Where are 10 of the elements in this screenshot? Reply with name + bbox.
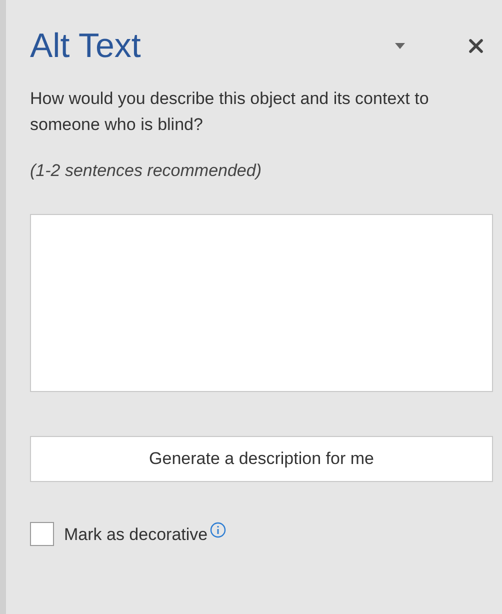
decorative-checkbox[interactable] xyxy=(30,522,54,546)
dropdown-button[interactable] xyxy=(395,43,405,49)
prompt-text: How would you describe this object and its context to someone who is blind? xyxy=(30,88,430,136)
decorative-label: Mark as decorative xyxy=(64,524,208,546)
info-icon xyxy=(210,522,226,538)
description-field[interactable] xyxy=(30,214,493,392)
caret-icon xyxy=(395,43,405,49)
hint-text: (1-2 sentences recommended) xyxy=(30,160,263,182)
panel-title: Alt Text xyxy=(30,29,142,63)
generate-button[interactable]: Generate a description for me xyxy=(30,436,493,482)
